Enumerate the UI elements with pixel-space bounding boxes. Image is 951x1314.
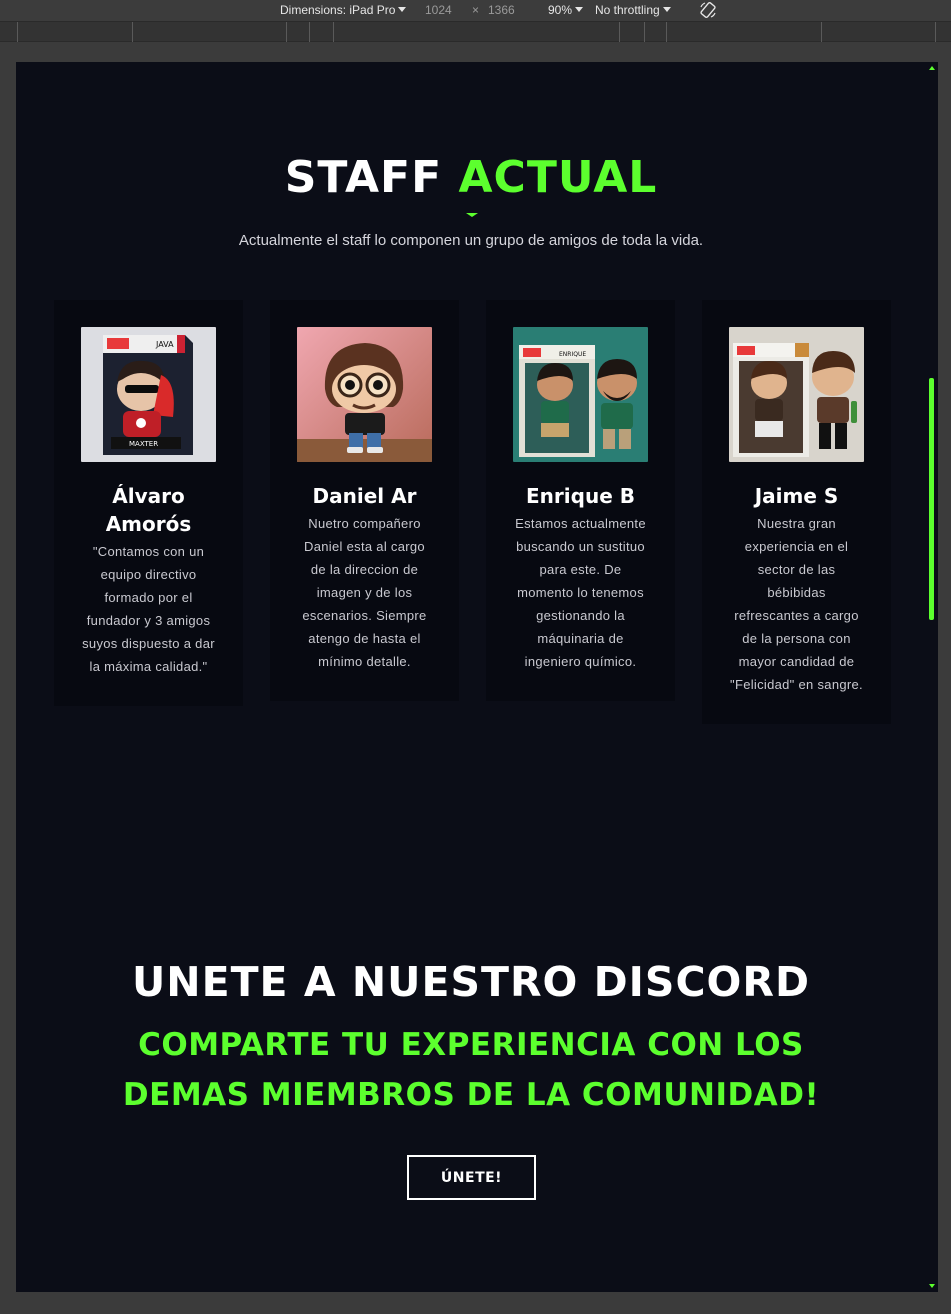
funko-figure-image xyxy=(297,327,432,462)
funko-box-image xyxy=(729,327,864,462)
rotate-icon[interactable] xyxy=(699,1,717,19)
svg-text:JAVA: JAVA xyxy=(155,340,174,349)
ruler-mark xyxy=(666,22,667,42)
scroll-down-arrow-icon[interactable] xyxy=(929,1284,935,1288)
ruler-mark xyxy=(132,22,133,42)
staff-name: Enrique B xyxy=(526,484,635,508)
staff-card-jaime: Jaime S Nuestra gran experiencia en el s… xyxy=(702,300,891,724)
ruler-mark xyxy=(286,22,287,42)
device-name: Dimensions: iPad Pro xyxy=(280,3,396,17)
media-query-ruler xyxy=(0,22,951,42)
join-discord-button[interactable]: ÚNETE! xyxy=(407,1155,536,1200)
ruler-mark xyxy=(333,22,334,42)
ruler-mark xyxy=(935,22,936,42)
staff-section-title: STAFF ACTUAL xyxy=(16,152,926,203)
staff-photo xyxy=(297,327,432,462)
zoom-select[interactable]: 90% xyxy=(548,3,584,17)
ruler-mark xyxy=(644,22,645,42)
staff-photo xyxy=(729,327,864,462)
staff-title-white: STAFF xyxy=(284,152,443,203)
staff-card-alvaro: JAVA MAXTER Álvaro Amorós "Contamos con … xyxy=(54,300,243,706)
staff-name: Daniel Ar xyxy=(312,484,417,508)
staff-photo: ENRIQUE xyxy=(513,327,648,462)
funko-box-image: JAVA MAXTER xyxy=(81,327,216,462)
staff-card-enrique: ENRIQUE Enrique B Estamos actualmente bu… xyxy=(486,300,675,701)
ruler-mark xyxy=(309,22,310,42)
ruler-mark xyxy=(619,22,620,42)
staff-bio: Nuestra gran experiencia en el sector de… xyxy=(730,516,863,692)
times-icon: × xyxy=(472,3,480,17)
device-dimensions-select[interactable]: Dimensions: iPad Pro xyxy=(280,3,407,17)
discord-subtitle: COMPARTE TU EXPERIENCIA CON LOS DEMAS MI… xyxy=(122,1027,820,1113)
devtools-device-toolbar: Dimensions: iPad Pro 1024 × 1366 90% No … xyxy=(0,0,951,22)
page-viewport: STAFF ACTUAL Actualmente el staff lo com… xyxy=(16,62,938,1292)
zoom-value: 90% xyxy=(548,3,573,17)
chevron-down-icon xyxy=(662,7,671,12)
height-input[interactable]: 1366 xyxy=(488,3,515,17)
ruler-mark xyxy=(17,22,18,42)
staff-bio: "Contamos con un equipo directivo formad… xyxy=(82,544,215,674)
staff-title-accent: ACTUAL xyxy=(458,152,658,203)
staff-name: Jaime S xyxy=(754,484,839,508)
title-underline-mark xyxy=(466,213,478,217)
scrollbar[interactable] xyxy=(926,62,938,1292)
staff-bio: Estamos actualmente buscando un sustituo… xyxy=(515,516,646,669)
throttling-value: No throttling xyxy=(595,3,660,17)
svg-text:MAXTER: MAXTER xyxy=(129,440,158,448)
width-input[interactable]: 1024 xyxy=(425,3,452,17)
staff-card-daniel: Daniel Ar Nuetro compañero Daniel esta a… xyxy=(270,300,459,701)
scrollbar-thumb[interactable] xyxy=(929,378,934,620)
throttling-select[interactable]: No throttling xyxy=(595,3,671,17)
chevron-down-icon xyxy=(398,7,407,12)
staff-subtitle: Actualmente el staff lo componen un grup… xyxy=(238,232,704,249)
svg-text:ENRIQUE: ENRIQUE xyxy=(559,351,586,358)
staff-photo: JAVA MAXTER xyxy=(81,327,216,462)
scroll-up-arrow-icon[interactable] xyxy=(929,66,935,70)
staff-name: Álvaro Amorós xyxy=(105,484,192,536)
ruler-mark xyxy=(821,22,822,42)
discord-section-title: UNETE A NUESTRO DISCORD xyxy=(131,958,811,1006)
staff-bio: Nuetro compañero Daniel esta al cargo de… xyxy=(302,516,427,669)
chevron-down-icon xyxy=(575,7,584,12)
funko-box-image: ENRIQUE xyxy=(513,327,648,462)
